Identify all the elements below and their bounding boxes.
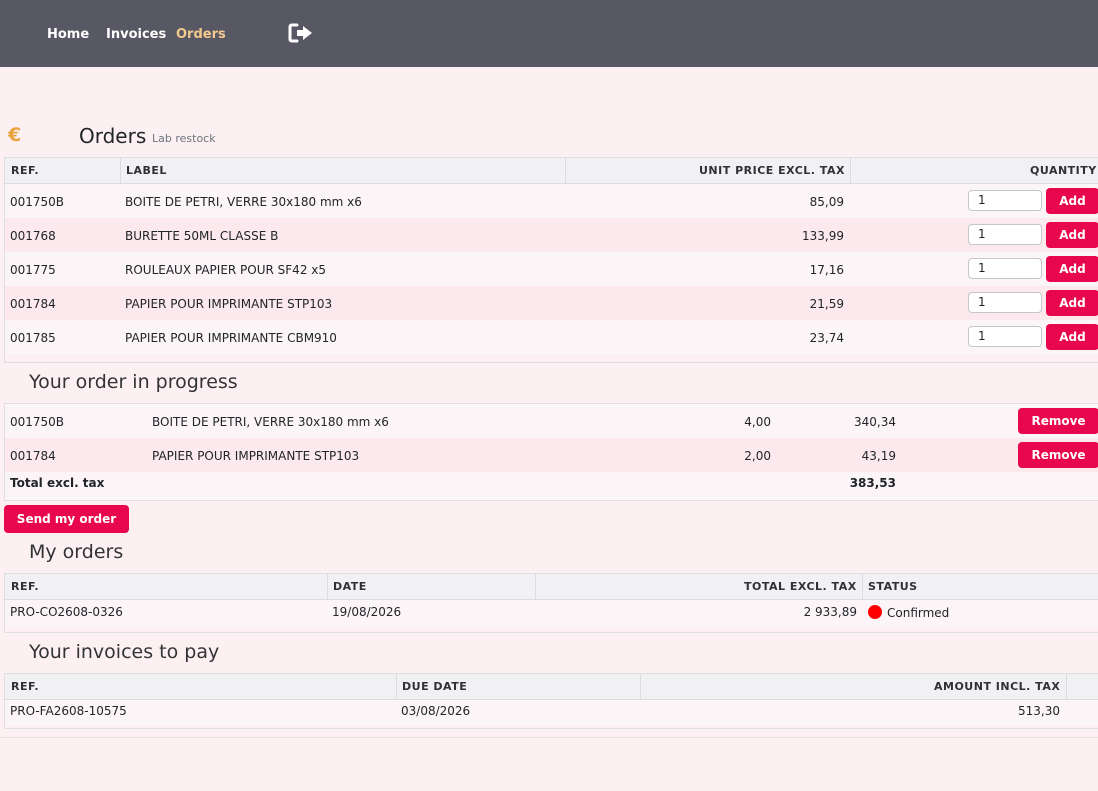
add-button[interactable]: Add xyxy=(1046,324,1098,350)
add-button[interactable]: Add xyxy=(1046,222,1098,248)
table-row: 001784 PAPIER POUR IMPRIMANTE STP103 21,… xyxy=(5,286,1098,320)
total-label: Total excl. tax xyxy=(10,476,105,490)
table-row: PRO-CO2608-0326 19/08/2026 2 933,89 Conf… xyxy=(5,600,1098,628)
invoices-table: REF. DUE DATE AMOUNT INCL. TAX PRO-FA260… xyxy=(4,673,1098,729)
table-row: PRO-FA2608-10575 03/08/2026 513,30 xyxy=(5,700,1098,726)
remove-button[interactable]: Remove xyxy=(1018,408,1098,434)
header-ref: REF. xyxy=(11,680,40,693)
catalog-table-header: REF. LABEL UNIT PRICE EXCL. TAX QUANTITY xyxy=(5,158,1098,184)
add-button[interactable]: Add xyxy=(1046,256,1098,282)
my-orders-header: REF. DATE TOTAL EXCL. TAX STATUS xyxy=(5,574,1098,600)
total-value: 383,53 xyxy=(849,476,896,490)
quantity-input[interactable]: 1 xyxy=(968,190,1042,211)
header-ref: REF. xyxy=(11,164,40,177)
page-subtitle: Lab restock xyxy=(152,132,216,145)
my-orders-table: REF. DATE TOTAL EXCL. TAX STATUS PRO-CO2… xyxy=(4,573,1098,633)
header-unit-price: UNIT PRICE EXCL. TAX xyxy=(699,164,845,177)
page-title: Orders xyxy=(79,124,147,148)
quantity-input[interactable]: 1 xyxy=(968,224,1042,245)
row-price: 21,59 xyxy=(809,297,844,311)
table-row: 001784 PAPIER POUR IMPRIMANTE STP103 2,0… xyxy=(5,438,1098,472)
euro-icon: € xyxy=(8,124,22,146)
send-order-button[interactable]: Send my order xyxy=(4,505,129,533)
row-ref: 001750B xyxy=(10,195,65,209)
quantity-input[interactable]: 1 xyxy=(968,326,1042,347)
row-label: PAPIER POUR IMPRIMANTE STP103 xyxy=(125,297,333,311)
total-row: Total excl. tax 383,53 xyxy=(5,472,1098,500)
header-amount: AMOUNT INCL. TAX xyxy=(934,680,1061,693)
order-status: Confirmed xyxy=(887,606,950,620)
row-price: 17,16 xyxy=(809,263,844,277)
footer-divider xyxy=(0,737,1098,738)
header-due-date: DUE DATE xyxy=(402,680,468,693)
order-total: 2 933,89 xyxy=(803,605,857,619)
row-price: 85,09 xyxy=(809,195,844,209)
row-label: PAPIER POUR IMPRIMANTE CBM910 xyxy=(125,331,337,345)
row-label: BOITE DE PETRI, VERRE 30x180 mm x6 xyxy=(152,415,389,429)
row-price: 133,99 xyxy=(802,229,844,243)
table-row: 001785 PAPIER POUR IMPRIMANTE CBM910 23,… xyxy=(5,320,1098,354)
order-date: 19/08/2026 xyxy=(332,605,402,619)
row-ref: 001784 xyxy=(10,449,56,463)
nav-orders[interactable]: Orders xyxy=(176,28,226,42)
row-total: 340,34 xyxy=(854,415,896,429)
quantity-input[interactable]: 1 xyxy=(968,292,1042,313)
row-label: PAPIER POUR IMPRIMANTE STP103 xyxy=(152,449,360,463)
row-label: BOITE DE PETRI, VERRE 30x180 mm x6 xyxy=(125,195,362,209)
row-ref: 001775 xyxy=(10,263,56,277)
table-row: 001768 BURETTE 50ML CLASSE B 133,99 1 Ad… xyxy=(5,218,1098,252)
row-price: 23,74 xyxy=(809,331,844,345)
header-date: DATE xyxy=(333,580,367,593)
quantity-input[interactable]: 1 xyxy=(968,258,1042,279)
invoices-header: REF. DUE DATE AMOUNT INCL. TAX xyxy=(5,674,1098,700)
header-total: TOTAL EXCL. TAX xyxy=(744,580,857,593)
add-button[interactable]: Add xyxy=(1046,290,1098,316)
row-ref: 001750B xyxy=(10,415,65,429)
table-row: 001775 ROULEAUX PAPIER POUR SF42 x5 17,1… xyxy=(5,252,1098,286)
catalog-table: REF. LABEL UNIT PRICE EXCL. TAX QUANTITY… xyxy=(4,157,1098,363)
header-status: STATUS xyxy=(868,580,918,593)
status-dot-icon xyxy=(868,605,882,619)
invoice-due-date: 03/08/2026 xyxy=(401,704,471,718)
remove-button[interactable]: Remove xyxy=(1018,442,1098,468)
order-in-progress-title: Your order in progress xyxy=(29,371,238,393)
row-label: ROULEAUX PAPIER POUR SF42 x5 xyxy=(125,263,327,277)
row-total: 43,19 xyxy=(861,449,896,463)
nav-invoices[interactable]: Invoices xyxy=(106,28,166,42)
my-orders-title: My orders xyxy=(29,541,124,563)
invoice-ref: PRO-FA2608-10575 xyxy=(10,704,127,718)
row-ref: 001768 xyxy=(10,229,56,243)
invoice-amount: 513,30 xyxy=(1018,704,1060,718)
add-button[interactable]: Add xyxy=(1046,188,1098,214)
header-label: LABEL xyxy=(126,164,167,177)
row-ref: 001784 xyxy=(10,297,56,311)
sign-out-icon[interactable] xyxy=(288,22,314,44)
row-ref: 001785 xyxy=(10,331,56,345)
row-quantity: 4,00 xyxy=(744,415,771,429)
top-navbar: Home Invoices Orders xyxy=(0,0,1098,67)
order-ref: PRO-CO2608-0326 xyxy=(10,605,123,619)
invoices-to-pay-title: Your invoices to pay xyxy=(29,641,220,663)
nav-home[interactable]: Home xyxy=(47,28,89,42)
row-label: BURETTE 50ML CLASSE B xyxy=(125,229,279,243)
table-row: 001750B BOITE DE PETRI, VERRE 30x180 mm … xyxy=(5,184,1098,218)
order-in-progress-table: 001750B BOITE DE PETRI, VERRE 30x180 mm … xyxy=(4,403,1098,501)
table-row: 001750B BOITE DE PETRI, VERRE 30x180 mm … xyxy=(5,404,1098,438)
row-quantity: 2,00 xyxy=(744,449,771,463)
header-quantity: QUANTITY xyxy=(1030,164,1097,177)
header-ref: REF. xyxy=(11,580,40,593)
